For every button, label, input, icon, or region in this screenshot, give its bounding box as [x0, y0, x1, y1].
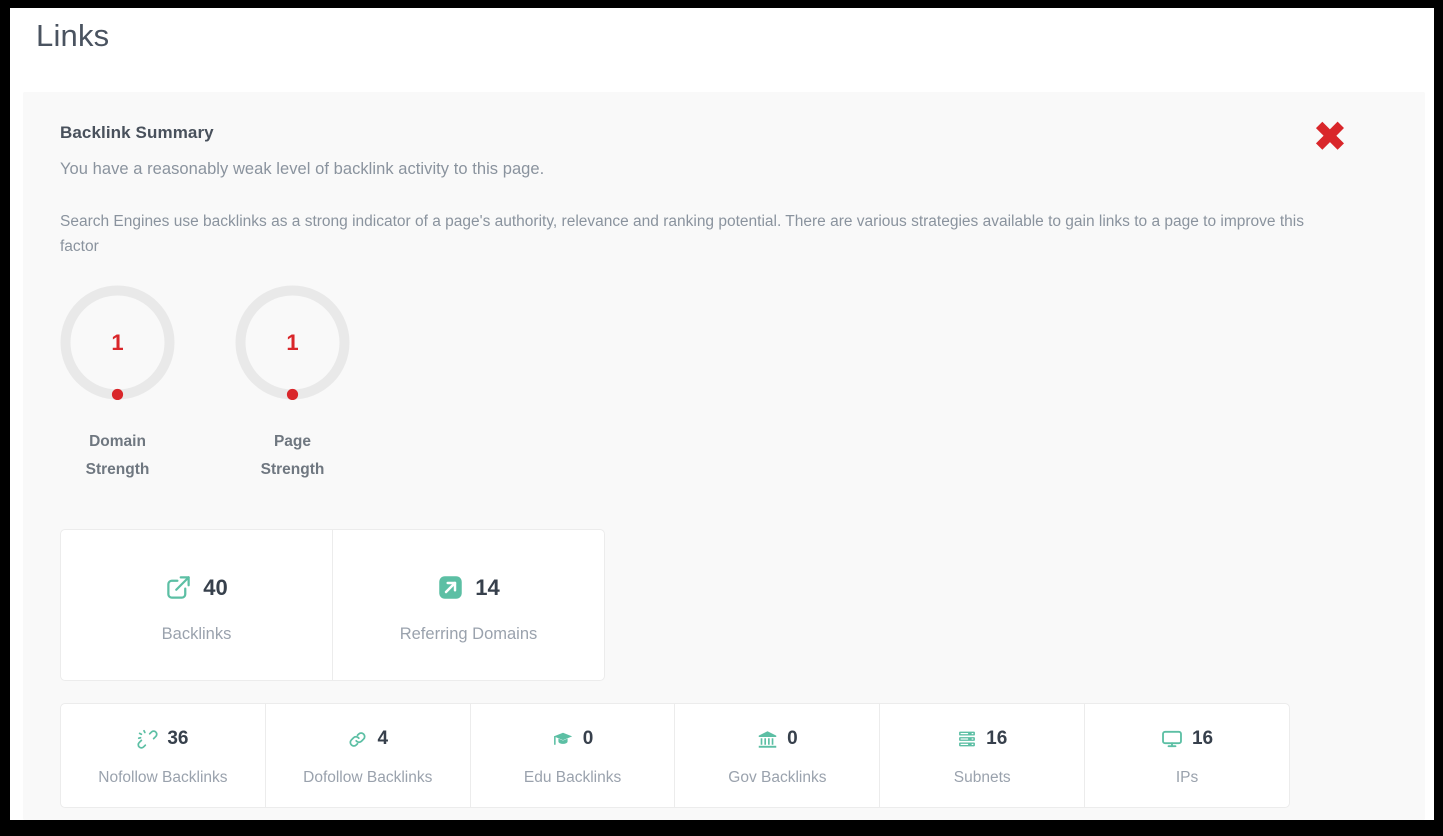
chain-link-icon	[347, 729, 368, 750]
gauge-label-line1: Domain	[89, 433, 146, 450]
external-link-outline-icon	[165, 574, 192, 601]
gauge-page-strength: 1 Page Strength	[235, 285, 350, 484]
strength-gauges: 1 Domain Strength 1	[60, 285, 350, 484]
stat-subnets-value-row: 16	[957, 726, 1007, 752]
stat-subnets[interactable]: 16 Subnets	[879, 704, 1084, 807]
card-referring-domains-label: Referring Domains	[400, 625, 538, 644]
backlink-stats-row: 36 Nofollow Backlinks 4 Do	[60, 703, 1290, 808]
card-referring-domains-value: 14	[475, 575, 499, 601]
gauge-label-line2: Strength	[261, 461, 325, 478]
card-backlinks[interactable]: 40 Backlinks	[61, 530, 332, 680]
card-backlinks-value-row: 40	[165, 571, 227, 605]
stat-edu-value-row: 0	[552, 726, 594, 752]
stat-dofollow-value-row: 4	[347, 726, 388, 752]
backlink-summary-panel: ✖ Backlink Summary You have a reasonably…	[23, 92, 1425, 820]
stat-gov-value-row: 0	[757, 726, 798, 752]
stat-gov-backlinks[interactable]: 0 Gov Backlinks	[674, 704, 879, 807]
stat-ips-label: IPs	[1176, 769, 1198, 787]
card-referring-domains[interactable]: 14 Referring Domains	[332, 530, 604, 680]
stat-gov-label: Gov Backlinks	[728, 769, 826, 787]
stat-edu-value: 0	[583, 728, 594, 750]
stat-nofollow-value: 36	[167, 728, 188, 750]
stat-edu-backlinks[interactable]: 0 Edu Backlinks	[470, 704, 675, 807]
card-referring-domains-value-row: 14	[437, 571, 499, 605]
stat-dofollow-backlinks[interactable]: 4 Dofollow Backlinks	[265, 704, 470, 807]
summary-heading: Backlink Summary	[60, 123, 214, 143]
gauge-ring: 1	[60, 285, 175, 400]
stat-ips[interactable]: 16 IPs	[1084, 704, 1289, 807]
stat-dofollow-label: Dofollow Backlinks	[303, 769, 432, 787]
stat-edu-label: Edu Backlinks	[524, 769, 621, 787]
page-title: Links	[36, 14, 109, 58]
gauge-domain-strength: 1 Domain Strength	[60, 285, 175, 484]
gauge-label: Domain Strength	[75, 428, 161, 484]
gauge-label-line1: Page	[274, 433, 311, 450]
gauge-value: 1	[235, 285, 350, 400]
stat-subnets-value: 16	[986, 728, 1007, 750]
server-rack-icon	[957, 729, 977, 749]
close-icon[interactable]: ✖	[1308, 115, 1352, 159]
stat-nofollow-backlinks[interactable]: 36 Nofollow Backlinks	[61, 704, 265, 807]
gauge-label-line2: Strength	[86, 461, 150, 478]
screenshot-viewport: Links ✖ Backlink Summary You have a reas…	[0, 0, 1443, 836]
page-content: Links ✖ Backlink Summary You have a reas…	[10, 8, 1434, 820]
stat-nofollow-value-row: 36	[137, 726, 188, 752]
backlink-overview-cards: 40 Backlinks	[60, 529, 605, 681]
stat-ips-value: 16	[1192, 728, 1213, 750]
gauge-value: 1	[60, 285, 175, 400]
stat-gov-value: 0	[787, 728, 798, 750]
stat-subnets-label: Subnets	[954, 769, 1011, 787]
bank-building-icon	[757, 729, 778, 750]
gauge-label: Page Strength	[250, 428, 336, 484]
graduation-cap-icon	[552, 728, 574, 750]
stat-ips-value-row: 16	[1161, 726, 1213, 752]
stat-nofollow-label: Nofollow Backlinks	[98, 769, 227, 787]
summary-body-text: Search Engines use backlinks as a strong…	[60, 209, 1312, 259]
card-backlinks-value: 40	[203, 575, 227, 601]
broken-chain-icon	[137, 729, 158, 750]
card-backlinks-label: Backlinks	[162, 625, 232, 644]
summary-lead-text: You have a reasonably weak level of back…	[60, 160, 544, 179]
external-link-filled-icon	[437, 574, 464, 601]
gauge-ring: 1	[235, 285, 350, 400]
monitor-icon	[1161, 728, 1183, 750]
stat-dofollow-value: 4	[377, 728, 388, 750]
